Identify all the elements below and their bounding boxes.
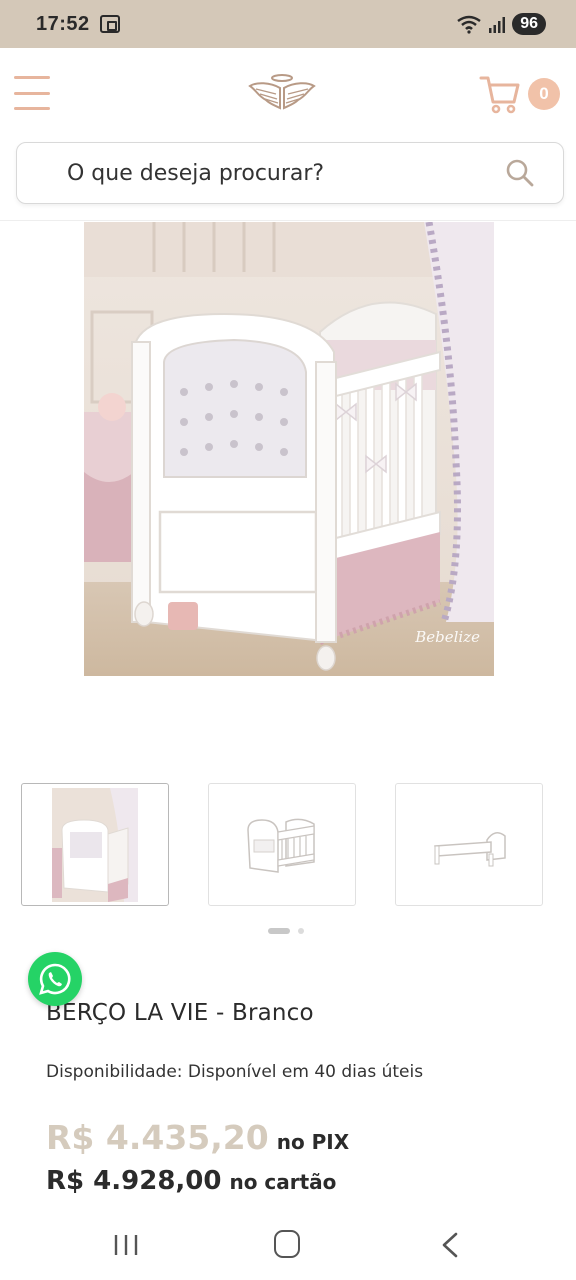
battery-indicator: 96: [512, 13, 546, 35]
availability-value: Disponível em 40 dias úteis: [187, 1062, 424, 1082]
screenshot-icon: [99, 15, 120, 33]
hamburger-menu-icon[interactable]: [14, 76, 50, 110]
home-icon[interactable]: [274, 1230, 300, 1258]
pix-price-suffix: no PIX: [276, 1130, 350, 1154]
whatsapp-button[interactable]: [28, 952, 82, 1006]
availability-label: Disponibilidade:: [46, 1062, 183, 1082]
angel-wings-logo[interactable]: [248, 72, 316, 116]
search-bar[interactable]: [16, 142, 564, 204]
whatsapp-icon: [39, 963, 71, 995]
cart-count-badge[interactable]: 0: [528, 78, 560, 110]
thumbnail-3[interactable]: [395, 783, 543, 906]
back-icon[interactable]: [440, 1232, 460, 1258]
pix-price-value: R$ 4.435,20: [46, 1118, 269, 1157]
android-nav-bar: [0, 1208, 576, 1280]
image-watermark: Bebelize: [415, 628, 480, 646]
availability: Disponibilidade: Disponível em 40 dias ú…: [46, 1062, 423, 1082]
card-price: R$ 4.928,00 no cartão: [46, 1166, 336, 1196]
header-divider: [0, 220, 576, 221]
carousel-dot-active[interactable]: [268, 928, 290, 934]
wifi-icon: [457, 15, 481, 34]
thumbnail-1[interactable]: [21, 783, 169, 906]
thumbnail-2[interactable]: [208, 783, 356, 906]
status-bar: 17:52 96: [0, 0, 576, 48]
pix-price: R$ 4.435,20 no PIX: [46, 1118, 349, 1157]
carousel-dot[interactable]: [298, 928, 304, 934]
status-time: 17:52: [36, 12, 90, 35]
card-price-suffix: no cartão: [229, 1170, 337, 1194]
signal-icon: [489, 17, 506, 33]
site-header: [0, 48, 576, 140]
product-title: BERÇO LA VIE - Branco: [46, 1000, 314, 1026]
shopping-cart-icon[interactable]: [478, 72, 522, 116]
search-input[interactable]: [67, 160, 487, 186]
search-icon[interactable]: [505, 158, 535, 188]
product-main-image[interactable]: Bebelize: [84, 222, 494, 676]
status-indicators: 96: [456, 13, 546, 35]
carousel-dots: [268, 928, 304, 934]
card-price-value: R$ 4.928,00: [46, 1166, 222, 1196]
recent-apps-icon[interactable]: [112, 1234, 140, 1256]
